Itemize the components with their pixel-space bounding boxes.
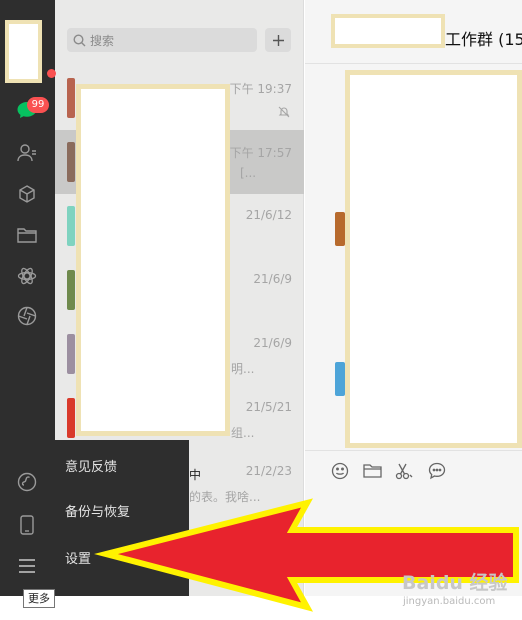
chat-time: 下午 19:37 <box>229 82 292 96</box>
mute-icon <box>278 106 290 118</box>
side-nav: 99 <box>0 0 55 596</box>
chat-time: 21/6/12 <box>245 208 292 222</box>
moments-icon[interactable] <box>15 264 39 288</box>
more-tooltip: 更多 <box>23 589 55 608</box>
redaction-box <box>345 70 522 448</box>
user-avatar[interactable] <box>5 20 42 83</box>
channels-icon[interactable] <box>15 304 39 328</box>
chat-avatar <box>67 334 75 374</box>
menu-icon[interactable] <box>15 554 39 578</box>
chat-header: 工作群 (15 <box>305 0 522 64</box>
screenshot-scissors-icon[interactable] <box>394 461 414 481</box>
chat-title: 工作群 (15 <box>445 30 522 49</box>
unread-badge: 99 <box>27 97 49 113</box>
chat-preview: [... <box>240 166 257 180</box>
message-avatar <box>335 212 345 246</box>
chat-time: 下午 17:57 <box>229 146 292 160</box>
chat-avatar <box>67 206 75 246</box>
folder-icon[interactable] <box>362 461 382 481</box>
plus-icon <box>272 34 284 46</box>
menu-item-backup-restore[interactable]: 备份与恢复 <box>65 501 130 520</box>
chat-avatar <box>67 78 75 118</box>
chat-time: 21/6/9 <box>253 336 292 350</box>
add-chat-button[interactable] <box>265 28 291 52</box>
baidu-watermark-url: jingyan.baidu.com <box>403 596 496 607</box>
search-placeholder: 搜索 <box>90 33 115 48</box>
chat-bubble-icon[interactable] <box>427 461 447 481</box>
chat-name-peek: 中 <box>189 468 202 482</box>
unread-dot <box>47 69 56 78</box>
chat-time: 21/5/21 <box>245 400 292 414</box>
chat-preview: 明... <box>231 362 255 376</box>
chat-pane: 工作群 (15 <box>305 0 522 620</box>
redaction-box <box>76 84 230 436</box>
emoji-icon[interactable] <box>330 461 350 481</box>
contacts-icon[interactable] <box>15 141 39 165</box>
message-avatar <box>335 362 345 396</box>
chat-avatar <box>67 142 75 182</box>
chat-avatar <box>67 398 75 438</box>
chat-time: 21/2/23 <box>245 464 292 478</box>
chat-time: 21/6/9 <box>253 272 292 286</box>
input-toolbar <box>305 450 522 490</box>
phone-icon[interactable] <box>15 513 39 537</box>
more-menu: 意见反馈 备份与恢复 设置 <box>55 440 189 596</box>
baidu-watermark-logo: Baidu 经验 <box>402 572 508 594</box>
files-icon[interactable] <box>15 223 39 247</box>
menu-item-settings[interactable]: 设置 <box>65 548 91 567</box>
search-icon <box>73 33 86 46</box>
menu-item-feedback[interactable]: 意见反馈 <box>65 456 117 475</box>
chat-preview: 的表。我啥... <box>189 490 261 504</box>
favorites-icon[interactable] <box>15 182 39 206</box>
search-input[interactable]: 搜索 <box>67 28 257 52</box>
miniprogram-icon[interactable] <box>15 470 39 494</box>
chat-avatar <box>67 270 75 310</box>
title-redaction-box <box>331 14 445 48</box>
chat-preview: 组... <box>231 426 255 440</box>
